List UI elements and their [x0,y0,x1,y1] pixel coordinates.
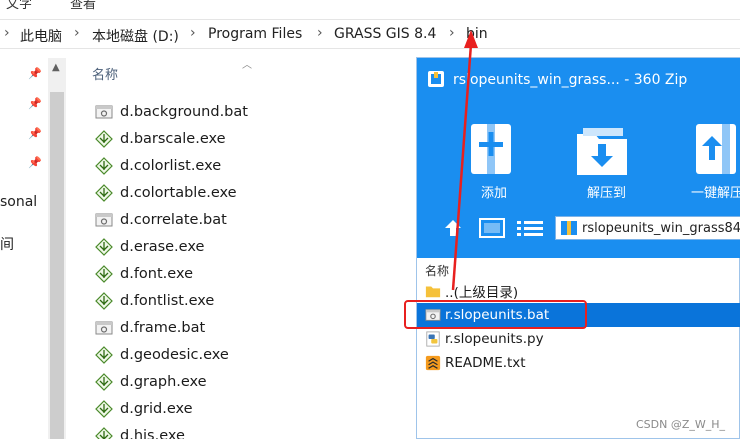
archive-path-field[interactable]: rslopeunits_win_grass84 [555,216,740,240]
scrollbar-thumb[interactable] [50,92,64,439]
chevron-right-icon[interactable]: › [449,25,455,41]
folder-file-icon [425,283,441,299]
breadcrumb-bin[interactable]: bin [466,26,488,42]
file-name: d.colorlist.exe [120,157,222,174]
file-name: d.barscale.exe [120,130,226,147]
file-name: d.background.bat [120,103,248,120]
pin-icon[interactable]: 📌 [28,156,42,170]
file-row[interactable]: d.correlate.bat [95,206,405,233]
file-name: d.frame.bat [120,319,206,336]
breadcrumb-drive-d[interactable]: 本地磁盘 (D:) [92,26,179,46]
exe-file-icon [95,345,113,364]
add-button-label[interactable]: 添加 [481,182,507,201]
file-name: d.correlate.bat [120,211,227,228]
zip-entry-name: r.slopeunits.py [445,331,544,347]
file-row[interactable]: d.erase.exe [95,233,405,260]
navigation-pane: 📌 📌 📌 📌 sonal 间 ▲ [0,50,66,439]
exe-file-icon [95,399,113,418]
chevron-right-icon[interactable]: › [190,25,196,41]
file-row[interactable]: d.background.bat [95,98,405,125]
column-header-name[interactable]: 名称 [92,64,118,83]
txt-file-icon [425,355,441,371]
thumbnail-view-icon[interactable] [479,218,505,238]
exe-file-icon [95,264,113,283]
breadcrumb-program-files[interactable]: Program Files [208,26,302,42]
extract-to-button-label[interactable]: 解压到 [587,182,626,201]
menu-item-view[interactable]: 查看 [70,0,96,10]
pin-icon[interactable]: 📌 [28,67,42,81]
file-name: d.his.exe [120,427,185,439]
zip-logo-icon [428,71,444,87]
file-row[interactable]: d.grid.exe [95,395,405,422]
sort-chevron-icon: ︿ [242,60,252,71]
archive-path-value: rslopeunits_win_grass84 [582,220,740,236]
file-name: d.graph.exe [120,373,207,390]
breadcrumb-this-pc[interactable]: 此电脑 [20,26,62,46]
file-row[interactable]: d.frame.bat [95,314,405,341]
exe-file-icon [95,129,113,148]
nav-item-time[interactable]: 间 [0,234,14,254]
file-row[interactable]: d.colortable.exe [95,179,405,206]
pin-icon[interactable]: 📌 [28,127,42,141]
file-row[interactable]: d.font.exe [95,260,405,287]
menu-bar: 文字 查看 [0,0,740,10]
list-view-icon[interactable] [517,220,543,236]
file-row[interactable]: d.graph.exe [95,368,405,395]
file-row[interactable]: d.geodesic.exe [95,341,405,368]
chevron-right-icon[interactable]: › [4,25,10,41]
file-name: d.colortable.exe [120,184,237,201]
watermark: CSDN @Z_W_H_ [636,418,726,431]
bat-file-icon [95,211,113,229]
exe-file-icon [95,237,113,256]
file-name: d.grid.exe [120,400,193,417]
pin-icon[interactable]: 📌 [28,97,42,111]
zip-entry-row[interactable]: r.slopeunits.py [417,327,740,351]
zip-entry-name: ..(上级目录) [445,285,519,301]
breadcrumb-grass-gis[interactable]: GRASS GIS 8.4 [334,26,436,42]
file-name: d.geodesic.exe [120,346,229,363]
chevron-right-icon[interactable]: › [317,25,323,41]
zip-header: rslopeunits_win_grass... - 360 Zip 添加 解压… [417,58,740,258]
exe-file-icon [95,426,113,439]
zip-window: rslopeunits_win_grass... - 360 Zip 添加 解压… [416,57,740,439]
file-row[interactable]: d.fontlist.exe [95,287,405,314]
exe-file-icon [95,156,113,175]
address-bar[interactable]: › 此电脑 › 本地磁盘 (D:) › Program Files › GRAS… [0,19,740,49]
one-click-extract-button-label[interactable]: 一键解压 [691,182,740,201]
exe-file-icon [95,372,113,391]
up-level-icon[interactable] [443,218,463,238]
file-row[interactable]: d.his.exe [95,422,405,439]
zip-column-header-name[interactable]: 名称 [425,262,449,279]
annotation-highlight-box [404,300,587,329]
exe-file-icon [95,183,113,202]
bat-file-icon [95,103,113,121]
py-file-icon [425,331,441,347]
file-row[interactable]: d.barscale.exe [95,125,405,152]
scroll-up-icon[interactable]: ▲ [52,62,60,73]
archive-icon [561,221,577,235]
zip-entry-row[interactable]: README.txt [417,351,740,375]
zip-window-title: rslopeunits_win_grass... - 360 Zip [453,72,688,88]
chevron-right-icon[interactable]: › [74,25,80,41]
nav-item-personal[interactable]: sonal [0,194,37,210]
nav-scrollbar[interactable]: ▲ [48,58,66,439]
file-name: d.fontlist.exe [120,292,215,309]
file-name: d.erase.exe [120,238,205,255]
bat-file-icon [95,319,113,337]
file-row[interactable]: d.colorlist.exe [95,152,405,179]
menu-item-text[interactable]: 文字 [6,0,32,10]
file-name: d.font.exe [120,265,193,282]
zip-entry-name: README.txt [445,355,526,371]
exe-file-icon [95,291,113,310]
